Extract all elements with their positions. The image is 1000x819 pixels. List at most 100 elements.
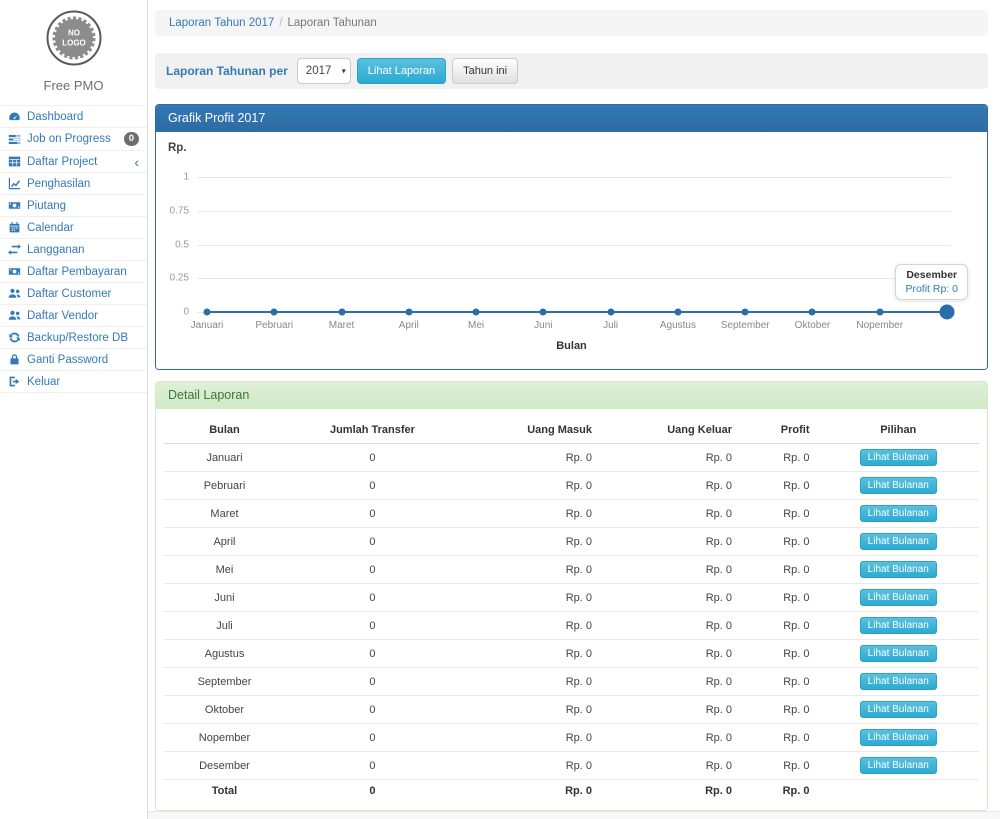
breadcrumb-separator: / bbox=[279, 17, 282, 29]
x-tick-label: Juli bbox=[603, 320, 618, 331]
lihat-bulanan-button[interactable]: Lihat Bulanan bbox=[860, 505, 937, 522]
data-point-oktober[interactable] bbox=[809, 309, 816, 316]
lihat-bulanan-button[interactable]: Lihat Bulanan bbox=[860, 701, 937, 718]
sidebar-item-dashboard[interactable]: Dashboard bbox=[0, 106, 147, 128]
sidebar-item-daftar-pembayaran[interactable]: Daftar Pembayaran bbox=[0, 261, 147, 283]
sidebar-item-label: Job on Progress bbox=[27, 133, 111, 145]
cell-uang_keluar: Rp. 0 bbox=[600, 444, 740, 472]
data-point-agustus[interactable] bbox=[674, 309, 681, 316]
data-point-april[interactable] bbox=[405, 309, 412, 316]
cell-bulan: Mei bbox=[164, 556, 285, 584]
y-tick-label: 0 bbox=[156, 307, 189, 318]
x-tick-label: Juni bbox=[534, 320, 552, 331]
sidebar-item-label: Backup/Restore DB bbox=[27, 332, 128, 344]
sidebar-item-backup-restore-db[interactable]: Backup/Restore DB bbox=[0, 327, 147, 349]
lihat-bulanan-button[interactable]: Lihat Bulanan bbox=[860, 477, 937, 494]
cell-uang_masuk: Rp. 0 bbox=[460, 556, 600, 584]
sidebar-item-calendar[interactable]: Calendar bbox=[0, 217, 147, 239]
detail-table-wrap: BulanJumlah TransferUang MasukUang Kelua… bbox=[156, 409, 987, 810]
lihat-bulanan-button[interactable]: Lihat Bulanan bbox=[860, 533, 937, 550]
sidebar-item-langganan[interactable]: Langganan bbox=[0, 239, 147, 261]
lihat-bulanan-button[interactable]: Lihat Bulanan bbox=[860, 645, 937, 662]
sidebar-item-daftar-vendor[interactable]: Daftar Vendor bbox=[0, 305, 147, 327]
calendar-icon bbox=[8, 221, 21, 234]
tahun-ini-button[interactable]: Tahun ini bbox=[452, 58, 518, 84]
lihat-bulanan-button[interactable]: Lihat Bulanan bbox=[860, 561, 937, 578]
cell-jumlah_transfer: 0 bbox=[285, 612, 460, 640]
sidebar-item-keluar[interactable]: Keluar bbox=[0, 371, 147, 393]
sidebar-item-penghasilan[interactable]: Penghasilan bbox=[0, 173, 147, 195]
sidebar-item-daftar-customer[interactable]: Daftar Customer bbox=[0, 283, 147, 305]
cell-uang_keluar: Rp. 0 bbox=[600, 668, 740, 696]
cell-jumlah_transfer: 0 bbox=[285, 752, 460, 780]
table-row: Juli0Rp. 0Rp. 0Rp. 0Lihat Bulanan bbox=[164, 612, 979, 640]
data-point-januari[interactable] bbox=[204, 309, 211, 316]
main-content: Laporan Tahun 2017/Laporan Tahunan Lapor… bbox=[148, 0, 1000, 819]
data-point-desember[interactable] bbox=[940, 305, 955, 320]
cell-profit: Rp. 0 bbox=[740, 612, 818, 640]
year-select[interactable]: 2017 bbox=[297, 58, 351, 84]
data-point-juni[interactable] bbox=[540, 309, 547, 316]
table-row: Mei0Rp. 0Rp. 0Rp. 0Lihat Bulanan bbox=[164, 556, 979, 584]
lihat-bulanan-button[interactable]: Lihat Bulanan bbox=[860, 757, 937, 774]
report-table: BulanJumlah TransferUang MasukUang Kelua… bbox=[164, 417, 979, 802]
cell-pilihan: Lihat Bulanan bbox=[818, 668, 979, 696]
line-chart-icon bbox=[8, 177, 21, 190]
tachometer-icon bbox=[8, 110, 21, 123]
cell-uang_masuk: Rp. 0 bbox=[460, 500, 600, 528]
lihat-bulanan-button[interactable]: Lihat Bulanan bbox=[860, 589, 937, 606]
data-point-juli[interactable] bbox=[607, 309, 614, 316]
data-point-nopember[interactable] bbox=[876, 309, 883, 316]
breadcrumb-link-laporan-tahun[interactable]: Laporan Tahun 2017 bbox=[169, 17, 274, 29]
chart-panel-title: Grafik Profit 2017 bbox=[156, 105, 987, 132]
users-icon bbox=[8, 309, 21, 322]
sidebar-item-daftar-project[interactable]: Daftar Project‹ bbox=[0, 151, 147, 173]
cell-bulan: April bbox=[164, 528, 285, 556]
sidebar-item-piutang[interactable]: Piutang bbox=[0, 195, 147, 217]
sidebar-item-label: Daftar Vendor bbox=[27, 310, 98, 322]
table-row: Maret0Rp. 0Rp. 0Rp. 0Lihat Bulanan bbox=[164, 500, 979, 528]
lihat-bulanan-button[interactable]: Lihat Bulanan bbox=[860, 673, 937, 690]
data-point-maret[interactable] bbox=[338, 309, 345, 316]
lihat-bulanan-button[interactable]: Lihat Bulanan bbox=[860, 617, 937, 634]
sidebar-item-ganti-password[interactable]: Ganti Password bbox=[0, 349, 147, 371]
sidebar: NO LOGO Free PMO DashboardJob on Progres… bbox=[0, 0, 148, 819]
cell-pilihan: Lihat Bulanan bbox=[818, 584, 979, 612]
profit-chart: Rp. 10.750.50.250 JanuariPebruariMaretAp… bbox=[156, 132, 987, 369]
refresh-icon bbox=[8, 331, 21, 344]
data-point-september[interactable] bbox=[742, 309, 749, 316]
cell-jumlah_transfer: 0 bbox=[285, 500, 460, 528]
profit-chart-panel: Grafik Profit 2017 Rp. 10.750.50.250 Jan… bbox=[155, 104, 988, 370]
x-tick-label: September bbox=[721, 320, 770, 331]
lihat-bulanan-button[interactable]: Lihat Bulanan bbox=[860, 449, 937, 466]
cell-uang_keluar: Rp. 0 bbox=[600, 472, 740, 500]
cell-jumlah_transfer: 0 bbox=[285, 724, 460, 752]
cell-uang_masuk: Rp. 0 bbox=[460, 668, 600, 696]
lihat-laporan-button[interactable]: Lihat Laporan bbox=[357, 58, 446, 84]
cell-uang_masuk: Rp. 0 bbox=[460, 780, 600, 803]
column-header: Profit bbox=[740, 417, 818, 444]
money-icon bbox=[8, 199, 21, 212]
lihat-bulanan-button[interactable]: Lihat Bulanan bbox=[860, 729, 937, 746]
sidebar-item-label: Calendar bbox=[27, 222, 74, 234]
cell-bulan: Desember bbox=[164, 752, 285, 780]
cell-profit: Rp. 0 bbox=[740, 780, 818, 803]
cell-profit: Rp. 0 bbox=[740, 472, 818, 500]
sidebar-item-job-on-progress[interactable]: Job on Progress0 bbox=[0, 128, 147, 151]
footer: Powered by Free PMO, and developed with … bbox=[148, 811, 1000, 819]
y-tick-label: 0.75 bbox=[156, 205, 189, 216]
cell-uang_masuk: Rp. 0 bbox=[460, 752, 600, 780]
data-point-pebruari[interactable] bbox=[271, 309, 278, 316]
cell-uang_keluar: Rp. 0 bbox=[600, 528, 740, 556]
detail-panel-title: Detail Laporan bbox=[156, 382, 987, 409]
cell-uang_keluar: Rp. 0 bbox=[600, 500, 740, 528]
chevron-left-icon: ‹ bbox=[134, 157, 139, 167]
column-header: Uang Masuk bbox=[460, 417, 600, 444]
y-tick-label: 0.25 bbox=[156, 273, 189, 284]
data-point-mei[interactable] bbox=[473, 309, 480, 316]
cell-pilihan: Lihat Bulanan bbox=[818, 640, 979, 668]
cell-bulan: Oktober bbox=[164, 696, 285, 724]
table-row: September0Rp. 0Rp. 0Rp. 0Lihat Bulanan bbox=[164, 668, 979, 696]
detail-report-panel: Detail Laporan BulanJumlah TransferUang … bbox=[155, 381, 988, 811]
x-tick-label: Maret bbox=[329, 320, 355, 331]
